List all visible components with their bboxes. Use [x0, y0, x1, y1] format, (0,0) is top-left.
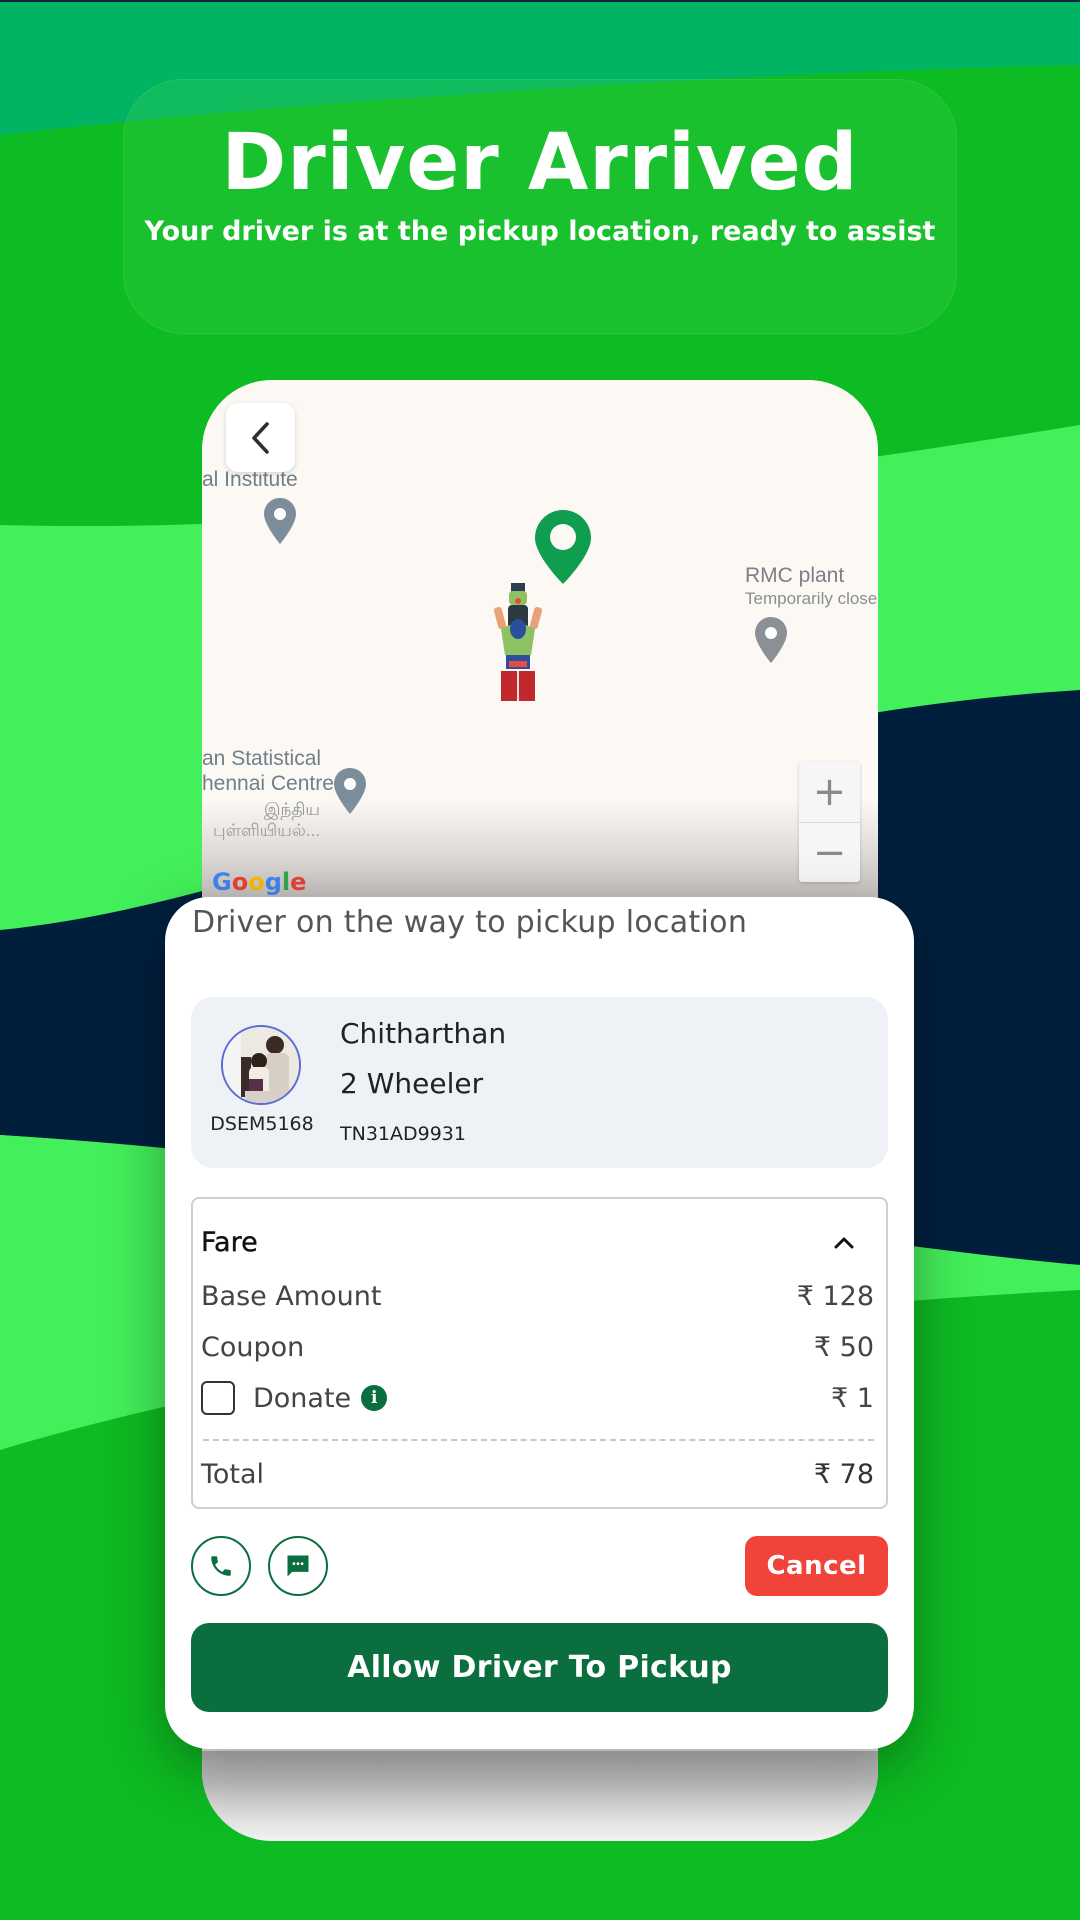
- map-view[interactable]: al Institute RMC plant Temporarily close: [202, 380, 878, 900]
- driver-bike-icon: [493, 583, 543, 701]
- fare-label: Coupon: [201, 1332, 305, 1363]
- fare-row-base: Base Amount ₹ 128: [201, 1281, 874, 1312]
- poi-marker-icon: [264, 498, 296, 544]
- vehicle-type: 2 Wheeler: [340, 1067, 484, 1100]
- chat-driver-button[interactable]: [268, 1536, 328, 1596]
- page-subtitle: Your driver is at the pickup location, r…: [144, 216, 936, 247]
- fare-row-total: Total ₹ 78: [201, 1459, 874, 1490]
- driver-name: Chitharthan: [340, 1017, 507, 1050]
- fare-row-coupon: Coupon ₹ 50: [201, 1332, 874, 1363]
- poi-marker-icon: [755, 617, 787, 663]
- driver-id: DSEM5168: [210, 1113, 314, 1135]
- phone-bottom-shadow: [202, 1751, 878, 1841]
- donate-label: Donate: [253, 1382, 352, 1414]
- map-label-isi-line2: hennai Centre: [202, 772, 334, 795]
- chevron-up-icon[interactable]: [830, 1229, 858, 1257]
- map-label-rmc-plant: RMC plant: [745, 564, 845, 587]
- fare-row-donate: Donate i ₹ 1: [201, 1381, 874, 1415]
- pickup-location-marker-icon: [535, 510, 591, 584]
- phone-icon: [211, 1556, 231, 1576]
- total-amount: ₹ 78: [813, 1459, 874, 1490]
- donate-checkbox[interactable]: [201, 1381, 235, 1415]
- fare-amount: ₹ 128: [796, 1281, 874, 1312]
- map-zoom-controls: + −: [799, 762, 860, 882]
- zoom-out-button[interactable]: −: [799, 822, 860, 882]
- fare-header[interactable]: Fare: [201, 1227, 874, 1258]
- header-card: Driver Arrived Your driver is at the pic…: [123, 79, 957, 334]
- back-button[interactable]: [226, 403, 295, 472]
- ride-status-text: Driver on the way to pickup location: [192, 905, 748, 940]
- map-label-isi-line1: an Statistical: [202, 747, 322, 770]
- fare-label: Base Amount: [201, 1281, 382, 1312]
- vehicle-plate: TN31AD9931: [340, 1123, 466, 1145]
- allow-driver-pickup-button[interactable]: Allow Driver To Pickup: [191, 1623, 888, 1712]
- top-border: [0, 0, 1080, 2]
- fare-divider: [203, 1439, 874, 1441]
- driver-photo-icon: [223, 1027, 299, 1103]
- driver-card: DSEM5168 Chitharthan 2 Wheeler TN31AD993…: [191, 997, 888, 1168]
- chevron-left-icon: [251, 421, 269, 454]
- zoom-in-button[interactable]: +: [799, 762, 860, 822]
- total-label: Total: [201, 1459, 265, 1490]
- ride-details-sheet: Driver on the way to pickup location DSE…: [165, 897, 914, 1749]
- message-icon: [287, 1555, 309, 1577]
- call-driver-button[interactable]: [191, 1536, 251, 1596]
- map-label-rmc-status: Temporarily close: [745, 589, 878, 608]
- fare-amount: ₹ 50: [813, 1332, 874, 1363]
- cancel-ride-button[interactable]: Cancel: [745, 1536, 888, 1596]
- info-icon[interactable]: i: [361, 1385, 388, 1411]
- google-logo: Google: [212, 868, 307, 896]
- fare-breakdown: Fare Base Amount ₹ 128 Coupon ₹ 50 Donat…: [191, 1197, 888, 1509]
- donate-amount: ₹ 1: [831, 1382, 874, 1414]
- fare-heading: Fare: [201, 1227, 258, 1258]
- page-title: Driver Arrived: [221, 118, 859, 208]
- driver-avatar: [221, 1025, 301, 1105]
